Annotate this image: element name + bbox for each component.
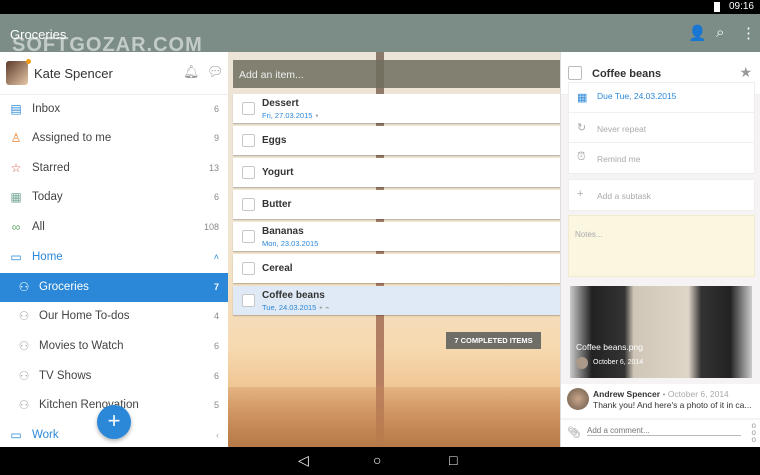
task-row[interactable]: Eggs <box>233 126 560 155</box>
add-list-button[interactable]: + <box>97 405 131 439</box>
avatar <box>576 357 588 369</box>
infinity-icon: ∞ <box>11 220 21 234</box>
sidebar-item-tv-shows[interactable]: ⚇ TV Shows 6 <box>0 362 228 391</box>
task-row[interactable]: Dessert Fri, 27.03.2015 ▪ <box>233 94 560 123</box>
completed-items-button[interactable]: 7 COMPLETED ITEMS <box>446 332 541 349</box>
calendar-icon: ▦ <box>577 92 588 104</box>
sidebar-item-all[interactable]: ∞ All 108 <box>0 213 228 242</box>
avatar[interactable] <box>6 59 31 85</box>
note-icon: ▪ <box>319 303 323 312</box>
star-icon[interactable]: ★ <box>739 64 752 81</box>
chevron-left-icon: ‹ <box>216 430 219 440</box>
detail-title[interactable]: Coffee beans <box>592 68 661 80</box>
file-attachment[interactable]: Coffee beans.png October 6, 2014 <box>570 286 752 378</box>
sidebar-item-inbox[interactable]: ▤ Inbox 6 <box>0 95 228 124</box>
people-icon: ⚇ <box>18 339 30 353</box>
folder-home[interactable]: ▭ Home ˄ <box>0 243 228 272</box>
chevron-up-icon: ˄ <box>213 252 219 262</box>
repeat[interactable]: ↻ Never repeat <box>569 113 754 143</box>
share-person-icon[interactable]: 👤 <box>688 24 707 42</box>
checkbox[interactable] <box>242 166 255 179</box>
checkbox[interactable] <box>242 262 255 275</box>
checkbox[interactable] <box>242 134 255 147</box>
reminder[interactable]: ⏰︎ Remind me <box>569 143 754 173</box>
sidebar-item-starred[interactable]: ☆ Starred 13 <box>0 154 228 183</box>
task-list-panel: Add an item... Dessert Fri, 27.03.2015 ▪ E… <box>228 52 560 447</box>
people-icon: ⚇ <box>18 398 30 412</box>
sidebar-item-groceries[interactable]: ⚇ Groceries 7 <box>0 273 228 302</box>
due-date[interactable]: ▦ Due Tue, 24.03.2015 <box>569 83 754 113</box>
task-row[interactable]: Bananas Mon, 23.03.2015 <box>233 222 560 251</box>
status-bar: 09:16 <box>0 0 760 14</box>
user-name: Kate Spencer <box>34 66 113 81</box>
sidebar-item-assigned[interactable]: ♙ Assigned to me 9 <box>0 124 228 153</box>
note-icon: ▪ <box>315 111 319 120</box>
sidebar-item-our-home-todos[interactable]: ⚇ Our Home To-dos 4 <box>0 302 228 331</box>
chat-icon[interactable]: 💬︎ <box>207 64 224 80</box>
person-icon: ♙ <box>10 131 22 145</box>
clock: 09:16 <box>728 1 754 12</box>
checkbox[interactable] <box>242 294 255 307</box>
battery-icon <box>714 2 720 12</box>
sidebar-item-today[interactable]: ▦ Today 6 <box>0 183 228 212</box>
folder-icon: ▭ <box>10 250 22 264</box>
alarm-icon: ⏰︎ <box>577 151 586 163</box>
more-icon[interactable]: ooo <box>752 422 756 444</box>
user-header[interactable]: Kate Spencer 🔔︎ 💬︎ <box>0 52 228 95</box>
people-icon: ⚇ <box>18 280 30 294</box>
bell-icon[interactable]: 🔔︎ <box>183 64 200 80</box>
people-icon: ⚇ <box>18 309 30 323</box>
detail-options: ▦ Due Tue, 24.03.2015 ↻ Never repeat ⏰︎ Rem… <box>568 82 755 174</box>
calendar-icon: ▦ <box>10 190 22 204</box>
folder-icon: ▭ <box>10 428 22 442</box>
navigation-bar: ◁ ○ □ <box>0 447 760 475</box>
comment-bar: 📎︎ ooo <box>561 420 760 447</box>
repeat-icon: ↻ <box>577 122 587 134</box>
task-row-selected[interactable]: Coffee beans Tue, 24.03.2015 ▪ ⌁ <box>233 286 560 315</box>
avatar <box>567 388 589 410</box>
app-bar: Groceries SOFTGOZAR.COM 👤 ⌕ ⋮ <box>0 14 760 56</box>
search-icon[interactable]: ⌕ <box>716 24 724 41</box>
detail-panel: Coffee beans ★ ▦ Due Tue, 24.03.2015 ↻ Nev… <box>560 52 760 447</box>
inbox-icon: ▤ <box>10 102 22 116</box>
background-city <box>228 387 560 447</box>
sidebar-item-movies[interactable]: ⚇ Movies to Watch 6 <box>0 332 228 361</box>
add-subtask[interactable]: + Add a subtask <box>568 179 755 211</box>
home-icon[interactable]: ○ <box>373 452 381 468</box>
paperclip-icon[interactable]: 📎︎ <box>567 426 581 439</box>
add-item-input[interactable]: Add an item... <box>233 60 560 88</box>
recents-icon[interactable]: □ <box>449 452 457 468</box>
plus-icon: + <box>577 188 584 200</box>
task-row[interactable]: Butter <box>233 190 560 219</box>
checkbox[interactable] <box>242 102 255 115</box>
task-row[interactable]: Cereal <box>233 254 560 283</box>
comment: Andrew Spencer • October 6, 2014 Thank y… <box>561 384 760 418</box>
checkbox[interactable] <box>568 66 582 80</box>
star-icon: ☆ <box>10 161 22 175</box>
more-vert-icon[interactable]: ⋮ <box>741 24 756 42</box>
checkbox[interactable] <box>242 230 255 243</box>
people-icon: ⚇ <box>18 369 30 383</box>
task-row[interactable]: Yogurt <box>233 158 560 187</box>
sidebar: Kate Spencer 🔔︎ 💬︎ ▤ Inbox 6 ♙ Assigned to … <box>0 52 228 447</box>
back-icon[interactable]: ◁ <box>298 452 309 469</box>
comment-input[interactable] <box>587 426 741 436</box>
notes-field[interactable]: Notes... <box>568 215 755 277</box>
attachment-icon: ⌁ <box>325 303 330 312</box>
checkbox[interactable] <box>242 198 255 211</box>
